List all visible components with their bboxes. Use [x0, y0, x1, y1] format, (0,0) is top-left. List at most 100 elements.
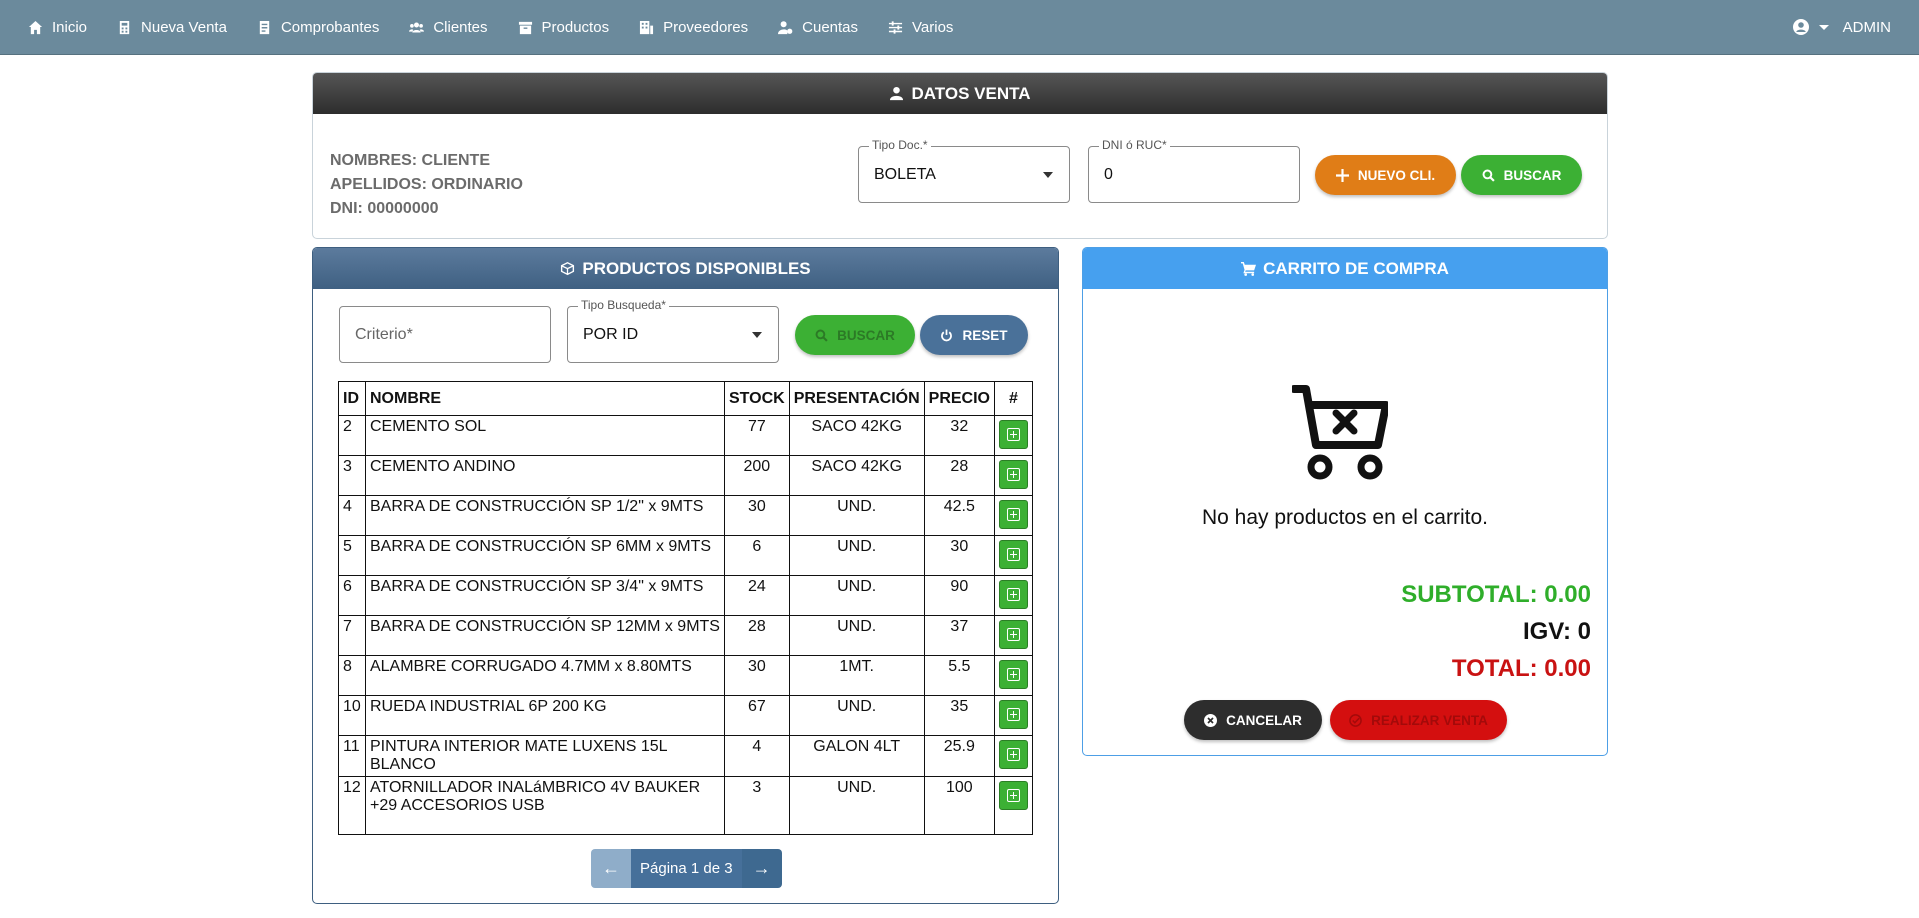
user-circle-icon — [1792, 19, 1809, 35]
nav-item-varios[interactable]: Varios — [888, 19, 953, 36]
nav-item-cuentas[interactable]: Cuentas — [778, 19, 858, 36]
cell-stock: 30 — [723, 495, 790, 536]
cell-accion — [994, 615, 1033, 656]
cell-id: 11 — [338, 735, 366, 777]
client-apellidos: APELLIDOS: ORDINARIO — [330, 176, 523, 193]
chevron-down-icon — [1818, 24, 1829, 30]
cell-id: 3 — [338, 455, 366, 496]
nav-label-inicio: Inicio — [52, 18, 88, 36]
realizar-venta-button[interactable]: REALIZAR VENTA — [1330, 700, 1507, 740]
reset-button[interactable]: RESET — [920, 315, 1028, 355]
plus-square-icon — [1007, 628, 1020, 641]
table-row: 7 BARRA DE CONSTRUCCIÓN SP 12MM x 9MTS 2… — [338, 615, 1033, 656]
plus-square-icon — [1007, 668, 1020, 681]
sliders-icon — [888, 20, 903, 34]
cell-stock: 3 — [723, 776, 790, 835]
datos-venta-title: DATOS VENTA — [911, 83, 1031, 103]
cell-accion — [994, 535, 1033, 576]
productos-card: PRODUCTOS DISPONIBLES Criterio* Tipo Bus… — [312, 247, 1059, 904]
page-indicator: Página 1 de 3 — [631, 849, 742, 888]
user-icon — [890, 86, 904, 101]
buscar-cliente-label: BUSCAR — [1503, 167, 1562, 183]
add-to-cart-button[interactable] — [999, 580, 1028, 609]
add-to-cart-button[interactable] — [999, 781, 1028, 810]
user-name: ADMIN — [1842, 18, 1891, 36]
add-to-cart-button[interactable] — [999, 500, 1028, 529]
cell-nombre: CEMENTO SOL — [364, 415, 725, 456]
nav-item-productos[interactable]: Productos — [518, 18, 610, 36]
search-icon — [1482, 169, 1495, 182]
tipo-busqueda-value: POR ID — [583, 325, 639, 343]
power-icon — [941, 329, 953, 341]
add-to-cart-button[interactable] — [999, 460, 1028, 489]
add-to-cart-button[interactable] — [999, 660, 1028, 689]
cell-precio: 32 — [923, 415, 996, 456]
nav-label-productos: Productos — [541, 18, 610, 36]
criterio-placeholder: Criterio* — [355, 325, 413, 343]
nav-item-clientes[interactable]: Clientes — [409, 19, 488, 36]
cell-stock: 200 — [723, 455, 790, 496]
add-to-cart-button[interactable] — [999, 700, 1028, 729]
plus-square-icon — [1007, 748, 1020, 761]
add-to-cart-button[interactable] — [999, 420, 1028, 449]
prev-page-button[interactable]: ← — [591, 849, 631, 888]
cell-stock: 28 — [723, 615, 790, 656]
add-to-cart-button[interactable] — [999, 620, 1028, 649]
table-row: 4 BARRA DE CONSTRUCCIÓN SP 1/2" x 9MTS 3… — [338, 495, 1033, 536]
cell-presentacion: UND. — [788, 615, 925, 656]
datos-venta-card: DATOS VENTA NOMBRES: CLIENTE APELLIDOS: … — [312, 72, 1608, 239]
cell-nombre: BARRA DE CONSTRUCCIÓN SP 12MM x 9MTS — [364, 615, 725, 656]
dni-ruc-value: 0 — [1104, 165, 1113, 183]
box-icon — [518, 21, 532, 34]
tipo-doc-select[interactable]: Tipo Doc.* BOLETA — [858, 138, 1070, 203]
cell-presentacion: SACO 42KG — [788, 415, 925, 456]
table-row: 3 CEMENTO ANDINO 200 SACO 42KG 28 — [338, 455, 1033, 496]
tipo-busqueda-label: Tipo Busqueda* — [578, 298, 669, 312]
arrow-right-icon: → — [752, 858, 771, 878]
col-nombre: NOMBRE — [364, 381, 725, 416]
productos-table: ID NOMBRE STOCK PRESENTACIÓN PRECIO # 2 … — [338, 381, 1033, 835]
plus-square-icon — [1007, 508, 1020, 521]
cell-id: 4 — [338, 495, 366, 536]
table-row: 12 ATORNILLADOR INALáMBRICO 4V BAUKER +2… — [338, 776, 1033, 835]
user-menu[interactable]: ADMIN — [1792, 18, 1891, 36]
next-page-button[interactable]: → — [741, 849, 782, 888]
productos-header: PRODUCTOS DISPONIBLES — [313, 248, 1058, 289]
cell-accion — [994, 735, 1033, 777]
col-presentacion: PRESENTACIÓN — [788, 381, 925, 416]
user-gear-icon — [778, 20, 793, 34]
buscar-cliente-button[interactable]: BUSCAR — [1461, 155, 1582, 195]
add-to-cart-button[interactable] — [999, 540, 1028, 569]
dropdown-arrow-icon — [1043, 171, 1053, 178]
cancelar-button[interactable]: CANCELAR — [1184, 700, 1322, 740]
nav-item-proveedores[interactable]: Proveedores — [639, 19, 748, 36]
nav-item-inicio[interactable]: Inicio — [28, 19, 87, 36]
cell-accion — [994, 415, 1033, 456]
cancelar-label: CANCELAR — [1226, 712, 1302, 728]
buscar-producto-button[interactable]: BUSCAR — [795, 315, 915, 355]
nuevo-cliente-label: NUEVO CLI. — [1357, 167, 1436, 183]
nuevo-cliente-button[interactable]: NUEVO CLI. — [1315, 155, 1456, 195]
realizar-venta-label: REALIZAR VENTA — [1371, 712, 1488, 728]
cell-presentacion: SACO 42KG — [788, 455, 925, 496]
client-nombres: NOMBRES: CLIENTE — [330, 152, 490, 169]
nav-item-comprobantes[interactable]: Comprobantes — [257, 19, 379, 36]
tipo-busqueda-select[interactable]: Tipo Busqueda* POR ID — [567, 298, 779, 363]
cell-id: 12 — [338, 776, 366, 835]
building-icon — [640, 20, 654, 34]
col-accion: # — [994, 381, 1033, 416]
cell-id: 10 — [338, 695, 366, 736]
cell-nombre: PINTURA INTERIOR MATE LUXENS 15L BLANCO — [364, 735, 725, 777]
cell-stock: 4 — [723, 735, 790, 777]
criterio-input[interactable]: Criterio* — [339, 306, 551, 363]
cell-accion — [994, 776, 1033, 835]
col-id: ID — [338, 381, 366, 416]
dni-ruc-field[interactable]: DNI ó RUC* 0 — [1088, 138, 1300, 203]
table-row: 5 BARRA DE CONSTRUCCIÓN SP 6MM x 9MTS 6 … — [338, 535, 1033, 576]
cell-precio: 25.9 — [923, 735, 996, 777]
plus-square-icon — [1007, 468, 1020, 481]
add-to-cart-button[interactable] — [999, 740, 1028, 769]
cell-accion — [994, 655, 1033, 696]
nav-item-nueva-venta[interactable]: Nueva Venta — [117, 19, 227, 36]
buscar-producto-label: BUSCAR — [837, 327, 895, 343]
